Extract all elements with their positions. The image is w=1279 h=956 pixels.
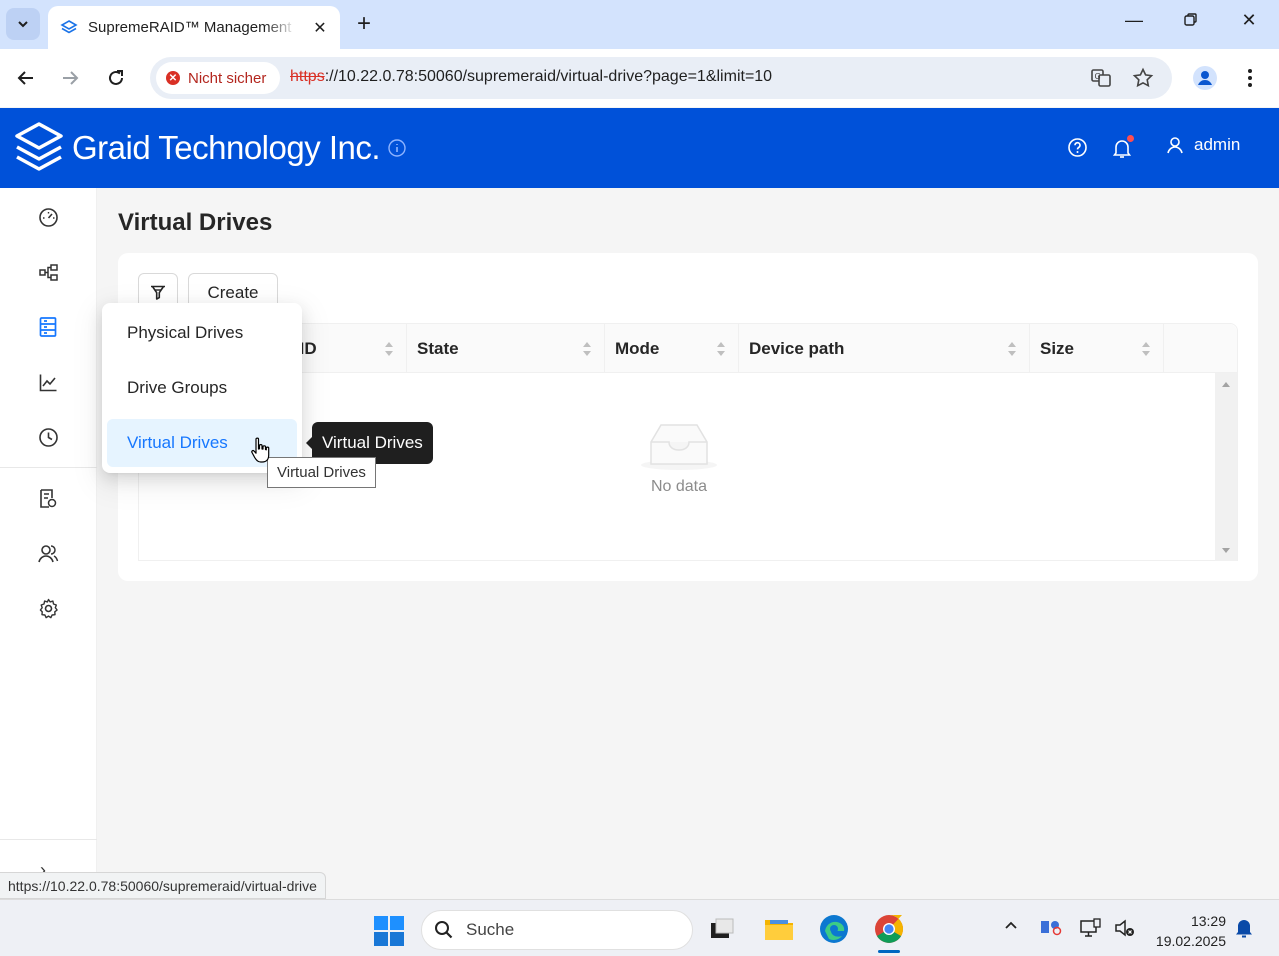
url-scheme: https (290, 68, 325, 85)
column-device-path-label: Device path (749, 338, 845, 358)
browser-tab[interactable]: SupremeRAID™ Management C ✕ (48, 6, 340, 49)
native-tooltip: Virtual Drives (267, 457, 376, 488)
sidebar (0, 188, 97, 898)
chevron-down-icon (18, 21, 28, 28)
brand[interactable]: Graid Technology Inc. (12, 120, 406, 176)
task-view-icon[interactable] (706, 913, 738, 945)
tab-title: SupremeRAID™ Management C (88, 19, 296, 36)
menu-item-drive-groups[interactable]: Drive Groups (107, 364, 297, 412)
empty-state: No data (639, 422, 719, 496)
browser-toolbar: ✕ Nicht sicher https://10.22.0.78:50060/… (0, 49, 1279, 107)
translate-icon[interactable]: G (1090, 67, 1112, 89)
graid-logo-icon (15, 122, 63, 171)
empty-text: No data (650, 478, 708, 495)
clock-time: 13:29 (1190, 913, 1226, 929)
volume-muted-icon[interactable] (1114, 918, 1136, 938)
address-bar[interactable]: ✕ Nicht sicher https://10.22.0.78:50060/… (150, 57, 1172, 99)
drives-submenu: Physical Drives Drive Groups Virtual Dri… (102, 303, 302, 473)
reload-icon[interactable] (103, 65, 129, 91)
taskbar-clock[interactable]: 13:29 19.02.2025 (1148, 911, 1226, 951)
column-separator (1029, 324, 1030, 373)
sort-icon (717, 342, 725, 356)
table-header: -ID State Mode Device path Size (139, 324, 1237, 373)
taskbar-search-placeholder: Suche (466, 920, 515, 939)
sort-icon (1142, 342, 1150, 356)
profile-avatar-icon[interactable] (1192, 65, 1218, 91)
sort-icon (1008, 342, 1016, 356)
forward-arrow-icon[interactable] (57, 65, 83, 91)
tab-close-icon[interactable]: ✕ (310, 18, 330, 38)
column-state-label: State (417, 338, 459, 358)
tab-search-button[interactable] (6, 8, 40, 40)
user-icon (1167, 137, 1183, 154)
column-separator (738, 324, 739, 373)
close-window-icon[interactable]: ✕ (1234, 10, 1264, 31)
license-document-icon[interactable] (36, 486, 60, 510)
dashboard-gauge-icon[interactable] (36, 205, 60, 229)
user-menu[interactable]: admin (1166, 135, 1240, 155)
table-scrollbar[interactable] (1215, 373, 1237, 561)
url-path: ://10.22.0.78:50060/supremeraid/virtual-… (324, 68, 773, 85)
warning-icon: ✕ (166, 71, 180, 85)
browser-status-url: https://10.22.0.78:50060/supremeraid/vir… (0, 872, 326, 899)
sort-icon (385, 342, 393, 356)
browser-menu-icon[interactable] (1237, 65, 1263, 91)
column-size[interactable]: Size (1040, 324, 1163, 373)
filter-funnel-icon (151, 285, 165, 300)
security-chip-label: Nicht sicher (188, 69, 267, 87)
column-state[interactable]: State (417, 324, 604, 373)
security-chip[interactable]: ✕ Nicht sicher (156, 62, 280, 94)
new-tab-button[interactable]: + (350, 10, 378, 38)
clock-date: 19.02.2025 (1155, 933, 1226, 949)
windows-taskbar: Suche 13:29 19.02.2025 (0, 899, 1279, 956)
hand-cursor-icon (251, 437, 270, 463)
edge-browser-icon[interactable] (818, 913, 850, 945)
tray-app-icon[interactable] (1040, 918, 1062, 936)
browser-tab-strip: SupremeRAID™ Management C ✕ + — ✕ (0, 0, 1279, 49)
topology-icon[interactable] (36, 260, 60, 284)
page-title: Virtual Drives (118, 209, 273, 236)
sort-icon (583, 342, 591, 356)
column-mode-label: Mode (615, 338, 660, 358)
username: admin (1194, 135, 1241, 154)
taskbar-search[interactable]: Suche (421, 910, 693, 950)
sidebar-divider (0, 467, 97, 468)
column-size-label: Size (1040, 338, 1075, 358)
network-monitor-icon[interactable] (1080, 918, 1102, 938)
notification-bell-icon[interactable] (1234, 917, 1254, 939)
file-explorer-icon[interactable] (763, 913, 795, 945)
help-icon[interactable] (1067, 137, 1088, 158)
restore-icon[interactable] (1176, 10, 1206, 27)
column-separator (406, 324, 407, 373)
minimize-icon[interactable]: — (1119, 10, 1149, 31)
empty-inbox-icon (641, 424, 717, 470)
app-header: Graid Technology Inc. admin (0, 108, 1279, 188)
sidebar-divider-bottom (0, 839, 97, 840)
windows-start-icon[interactable] (374, 916, 404, 946)
chrome-browser-icon[interactable] (873, 913, 905, 945)
active-app-indicator (878, 950, 900, 953)
url-text[interactable]: https://10.22.0.78:50060/supremeraid/vir… (290, 68, 772, 86)
storage-drives-icon[interactable] (36, 315, 60, 339)
gear-icon[interactable] (36, 596, 60, 620)
column-device-path[interactable]: Device path (749, 324, 1029, 373)
menu-item-physical-drives[interactable]: Physical Drives (107, 309, 297, 357)
users-icon[interactable] (36, 541, 60, 565)
virtual-drives-table: -ID State Mode Device path Size No data (138, 323, 1238, 561)
svg-text:G: G (1095, 72, 1101, 81)
back-arrow-icon[interactable] (13, 65, 39, 91)
bookmark-star-icon[interactable] (1132, 67, 1154, 89)
info-icon[interactable] (388, 139, 406, 157)
brand-name: Graid Technology Inc. (72, 129, 381, 166)
history-clock-icon[interactable] (36, 425, 60, 449)
column-separator (1163, 324, 1164, 373)
column-id[interactable]: -ID (294, 324, 406, 373)
notification-dot (1126, 134, 1135, 143)
line-chart-icon[interactable] (36, 370, 60, 394)
tray-chevron-up-icon[interactable] (1004, 918, 1018, 932)
column-mode[interactable]: Mode (615, 324, 738, 373)
search-icon (435, 921, 453, 939)
column-separator (604, 324, 605, 373)
layers-favicon-icon (60, 19, 78, 37)
